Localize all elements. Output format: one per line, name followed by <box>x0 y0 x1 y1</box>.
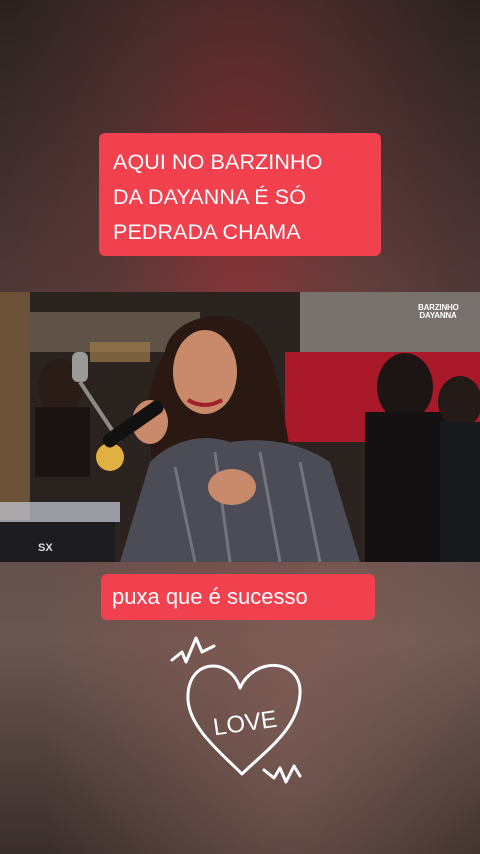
keyboard-brand: SX <box>38 542 53 554</box>
watermark-line2: DAYANNA <box>419 311 457 320</box>
top-caption: AQUI NO BARZINHO DA DAYANNA É SÓ PEDRADA… <box>99 133 381 256</box>
love-heart-sticker: LOVE <box>170 636 302 784</box>
bottom-caption: puxa que é sucesso <box>101 574 375 620</box>
singer-scene: SX <box>0 292 480 562</box>
channel-watermark: BARZINHO DAYANNA <box>418 304 459 320</box>
video-frame[interactable]: SX BARZINHO DAYANNA <box>0 292 480 562</box>
love-text: LOVE <box>211 706 278 742</box>
